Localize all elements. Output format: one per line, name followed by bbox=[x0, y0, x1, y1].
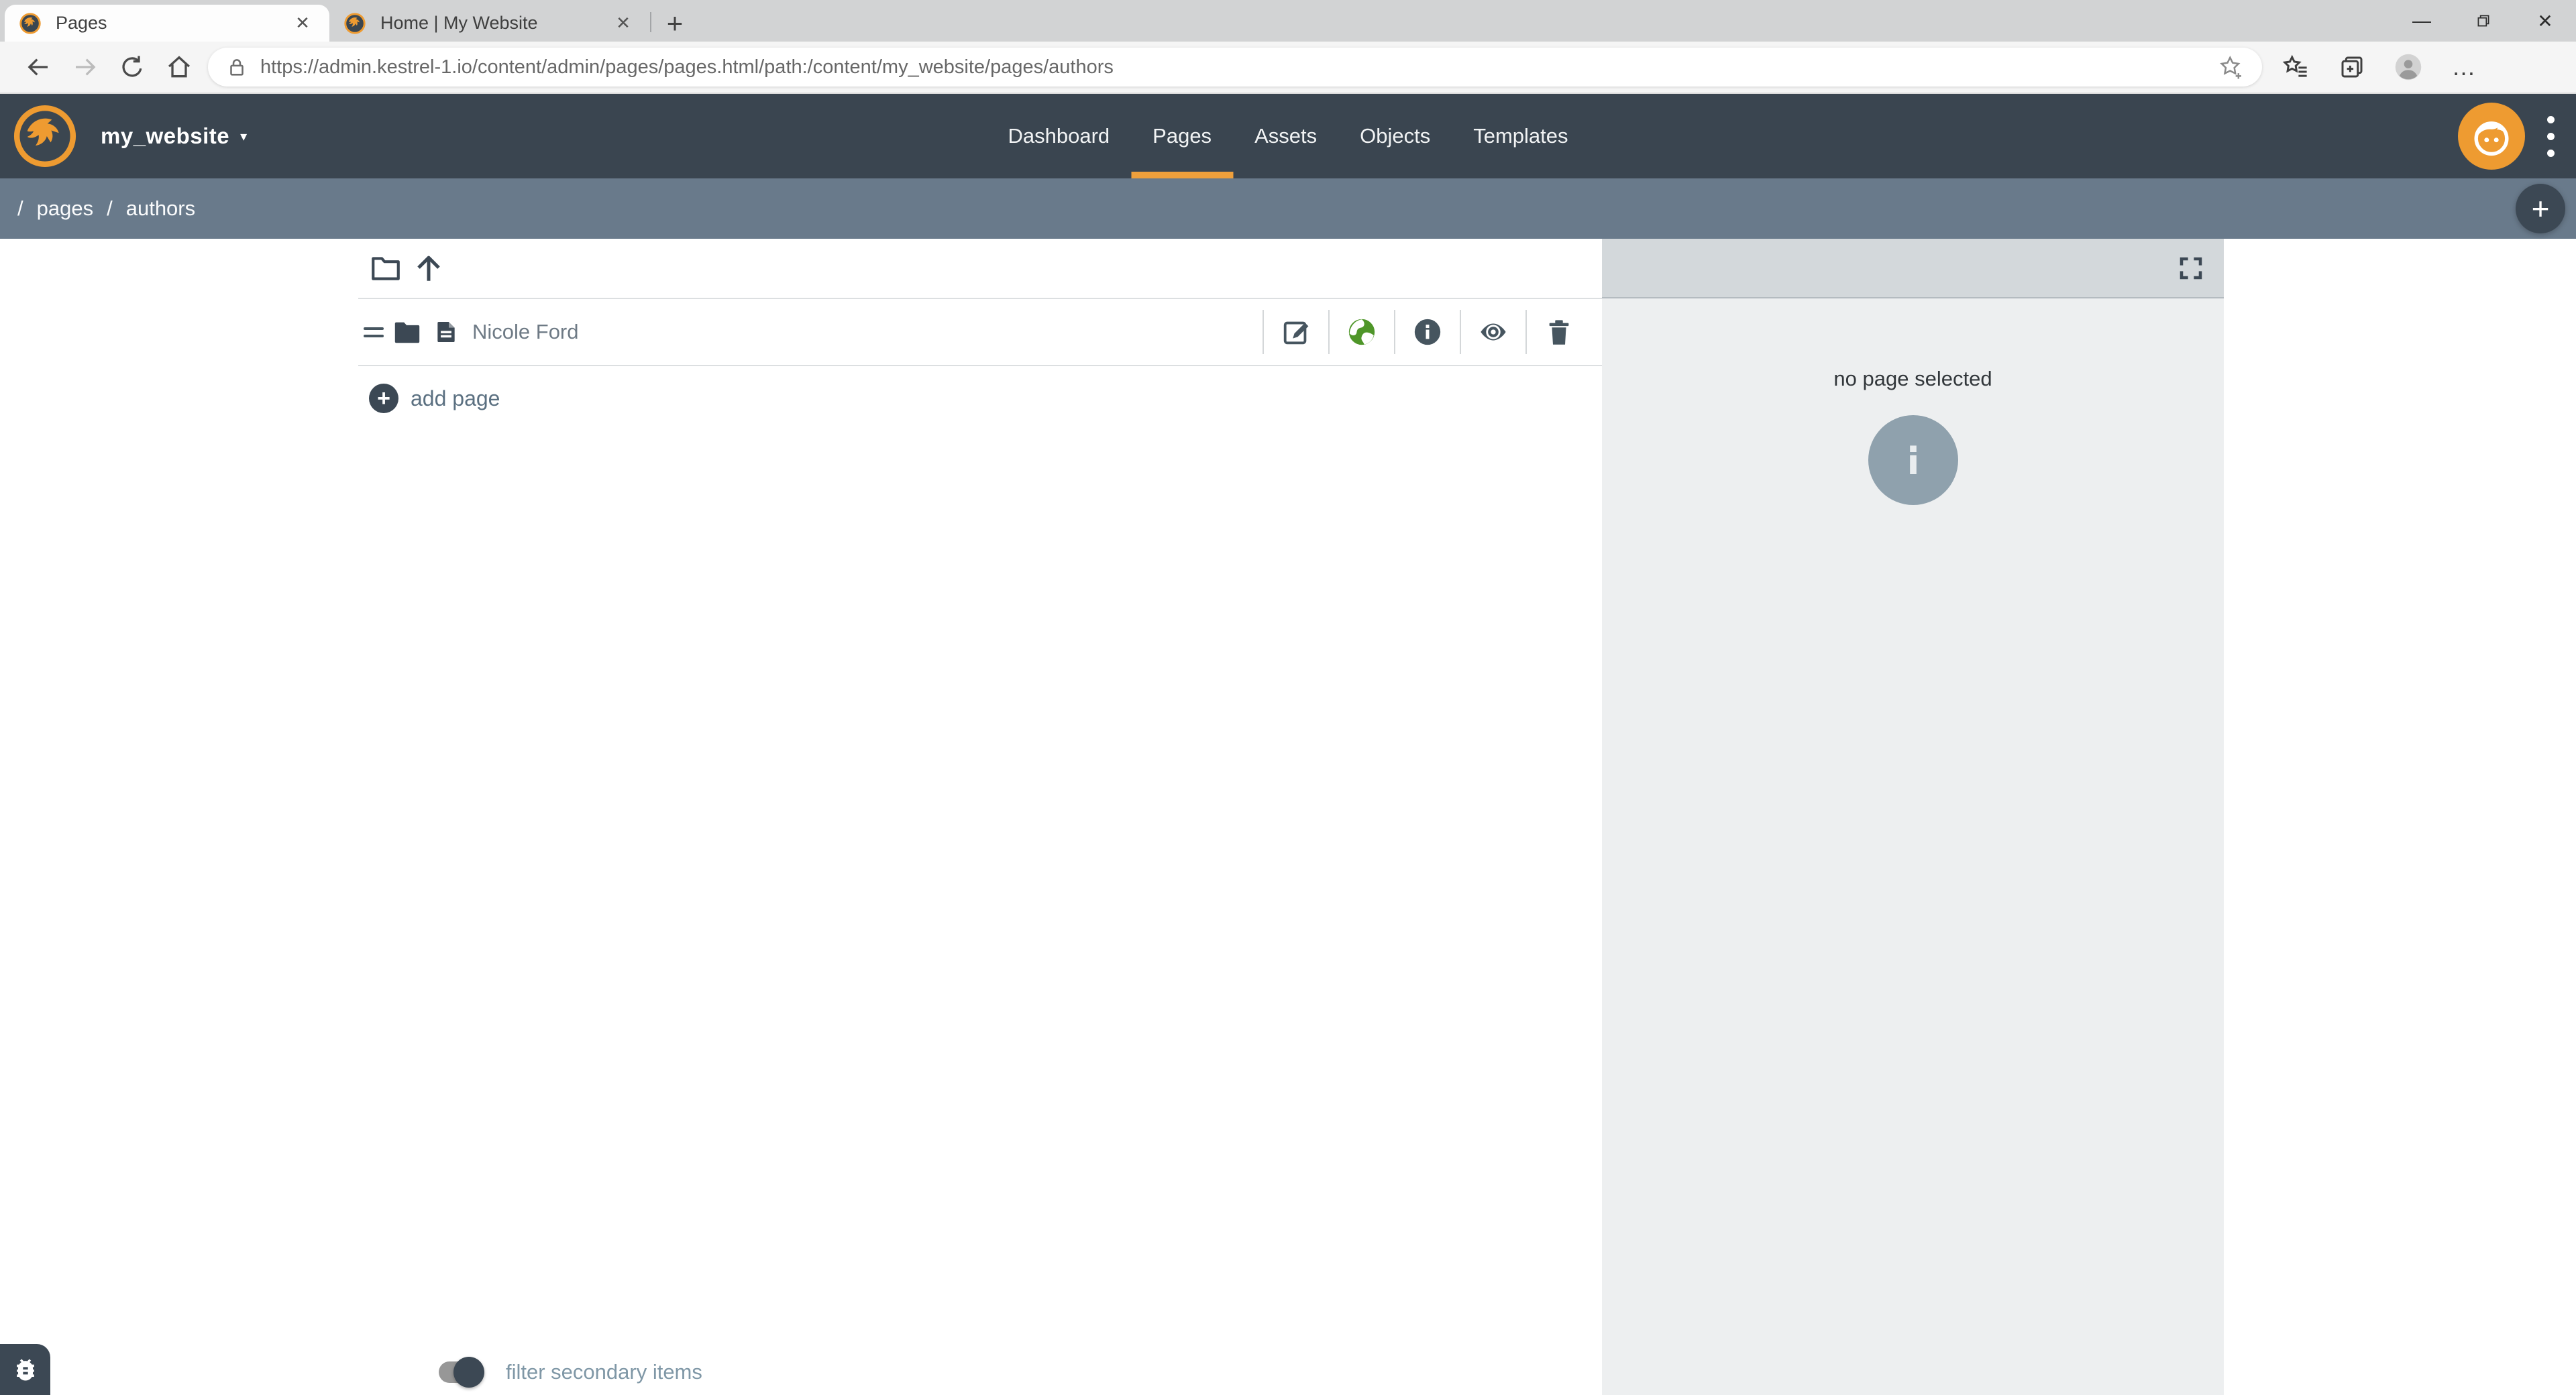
profile-button[interactable] bbox=[2380, 46, 2436, 89]
refresh-button[interactable] bbox=[109, 46, 156, 89]
refresh-icon bbox=[118, 53, 146, 81]
home-icon bbox=[165, 53, 193, 81]
expand-icon[interactable] bbox=[2177, 254, 2205, 282]
nav-item-pages[interactable]: Pages bbox=[1131, 94, 1233, 178]
edit-page-button[interactable] bbox=[1263, 310, 1328, 354]
add-button[interactable]: + bbox=[2516, 184, 2565, 233]
kebab-menu-icon[interactable] bbox=[2525, 116, 2576, 157]
edit-icon bbox=[1281, 317, 1311, 347]
home-button[interactable] bbox=[156, 46, 203, 89]
back-icon bbox=[24, 53, 52, 81]
page-info-button[interactable] bbox=[1394, 310, 1460, 354]
detail-panel-body: no page selected bbox=[1602, 298, 2224, 1395]
collections-icon bbox=[2338, 53, 2366, 81]
kestrel-favicon-icon bbox=[19, 13, 41, 34]
publish-page-button[interactable] bbox=[1328, 310, 1394, 354]
page-title[interactable]: Nicole Ford bbox=[472, 320, 579, 344]
restore-button[interactable] bbox=[2453, 0, 2514, 42]
nav-item-dashboard[interactable]: Dashboard bbox=[987, 94, 1132, 178]
breadcrumb-separator: / bbox=[17, 197, 23, 221]
add-page-label: add page bbox=[411, 386, 500, 411]
nav-item-objects[interactable]: Objects bbox=[1338, 94, 1452, 178]
close-tab-icon[interactable]: ✕ bbox=[610, 10, 637, 37]
list-toolbar-row bbox=[358, 239, 1602, 299]
chevron-down-icon[interactable]: ▾ bbox=[240, 128, 247, 145]
minimize-button[interactable]: — bbox=[2391, 0, 2453, 42]
folder-filled-icon bbox=[392, 317, 423, 347]
kestrel-logo-icon bbox=[13, 105, 76, 168]
add-page-button[interactable]: + add page bbox=[358, 366, 1602, 431]
info-icon bbox=[1412, 317, 1443, 347]
plus-icon: + bbox=[369, 384, 398, 413]
main-nav: Dashboard Pages Assets Objects Templates bbox=[987, 94, 1590, 178]
add-favorite-icon[interactable] bbox=[2218, 54, 2245, 80]
bug-icon bbox=[11, 1355, 40, 1384]
preview-page-button[interactable] bbox=[1460, 310, 1525, 354]
toggle-knob bbox=[453, 1357, 484, 1388]
browser-menu-button[interactable]: … bbox=[2436, 46, 2493, 89]
browser-tabstrip: Pages ✕ Home | My Website ✕ + — ✕ bbox=[0, 0, 2576, 42]
page-list-area: Nicole Ford bbox=[0, 239, 1602, 1395]
restore-icon bbox=[2475, 12, 2492, 30]
forward-button[interactable] bbox=[62, 46, 109, 89]
filter-secondary-label: filter secondary items bbox=[506, 1360, 702, 1384]
tab-home-my-website[interactable]: Home | My Website ✕ bbox=[329, 5, 650, 42]
profile-avatar-icon bbox=[2394, 53, 2422, 81]
page-row-nicole-ford[interactable]: Nicole Ford bbox=[358, 299, 1602, 366]
debug-button[interactable] bbox=[0, 1344, 50, 1395]
filter-secondary-block: filter secondary items bbox=[439, 1360, 702, 1384]
delete-page-button[interactable] bbox=[1525, 310, 1591, 354]
folder-icon[interactable] bbox=[369, 252, 402, 285]
content: Nicole Ford bbox=[0, 239, 2576, 1395]
filter-secondary-toggle[interactable] bbox=[439, 1361, 479, 1383]
close-window-button[interactable]: ✕ bbox=[2514, 0, 2576, 42]
user-avatar[interactable] bbox=[2458, 103, 2525, 170]
window-controls: — ✕ bbox=[2391, 0, 2576, 42]
page-row-actions bbox=[1263, 310, 1591, 354]
forward-icon bbox=[71, 53, 99, 81]
info-placeholder-icon bbox=[1868, 415, 1958, 505]
collections-button[interactable] bbox=[2324, 46, 2380, 89]
document-icon bbox=[433, 319, 459, 345]
back-button[interactable] bbox=[15, 46, 62, 89]
no-page-selected-text: no page selected bbox=[1833, 367, 1992, 391]
kestrel-favicon-icon bbox=[344, 13, 366, 34]
page-row-left: Nicole Ford bbox=[364, 317, 579, 347]
browser-toolbar: https://admin.kestrel-1.io/content/admin… bbox=[0, 42, 2576, 94]
address-bar[interactable]: https://admin.kestrel-1.io/content/admin… bbox=[208, 48, 2262, 87]
header-right bbox=[2458, 94, 2576, 178]
eye-icon bbox=[1478, 317, 1509, 347]
breadcrumb-item-pages[interactable]: pages bbox=[37, 197, 93, 221]
face-icon bbox=[2467, 112, 2516, 160]
breadcrumb: / pages / authors + bbox=[0, 178, 2576, 239]
breadcrumb-separator: / bbox=[107, 197, 113, 221]
new-tab-button[interactable]: + bbox=[651, 5, 698, 42]
breadcrumb-item-authors[interactable]: authors bbox=[126, 197, 195, 221]
nav-item-templates[interactable]: Templates bbox=[1452, 94, 1589, 178]
ellipsis-icon: … bbox=[2452, 53, 2478, 81]
site-switcher[interactable]: my_website bbox=[101, 123, 229, 149]
tab-pages[interactable]: Pages ✕ bbox=[5, 5, 329, 42]
close-tab-icon[interactable]: ✕ bbox=[289, 10, 316, 37]
globe-icon bbox=[1346, 317, 1377, 347]
detail-panel: no page selected bbox=[1602, 239, 2224, 1395]
app-header: my_website ▾ Dashboard Pages Assets Obje… bbox=[0, 94, 2576, 178]
tab-title: Home | My Website bbox=[380, 13, 610, 34]
url-text[interactable]: https://admin.kestrel-1.io/content/admin… bbox=[260, 56, 2218, 78]
favorites-button[interactable] bbox=[2267, 46, 2324, 89]
drag-handle-icon[interactable] bbox=[364, 323, 384, 342]
toolbar-right-icons: … bbox=[2267, 46, 2493, 89]
lock-icon bbox=[225, 56, 248, 78]
favorites-icon bbox=[2282, 53, 2310, 81]
right-filler bbox=[2224, 239, 2576, 1395]
detail-panel-header bbox=[1602, 239, 2224, 298]
trash-icon bbox=[1544, 317, 1574, 347]
go-up-icon[interactable] bbox=[412, 252, 445, 285]
tab-title: Pages bbox=[56, 13, 289, 34]
nav-item-assets[interactable]: Assets bbox=[1233, 94, 1338, 178]
page-list: Nicole Ford bbox=[358, 239, 1602, 431]
